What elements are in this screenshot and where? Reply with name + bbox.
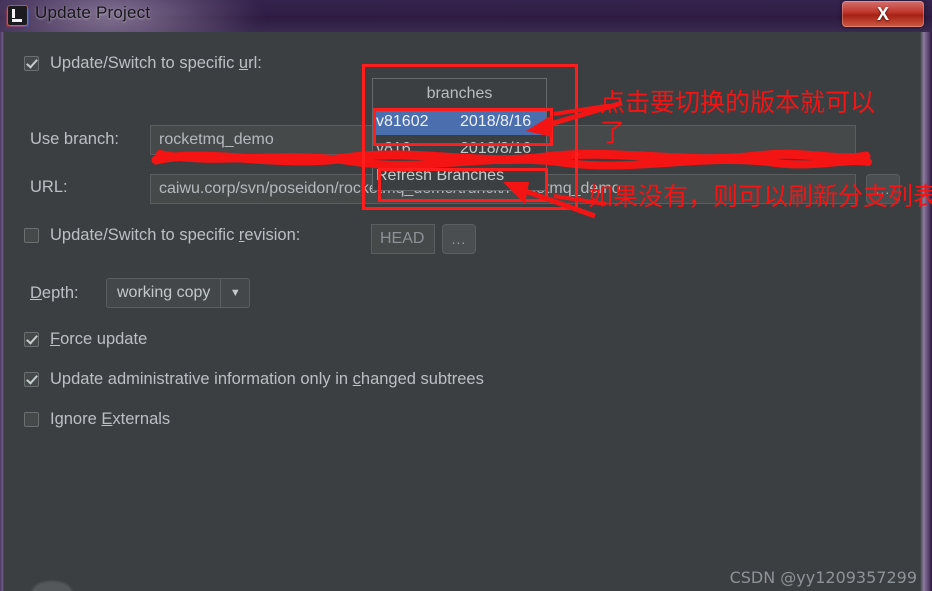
chevron-down-icon: ▼ [220, 279, 249, 307]
screenshot-root: Update Project X Update/Switch to specif… [0, 0, 932, 591]
switch-revision-checkbox[interactable] [24, 228, 39, 243]
intellij-idea-icon [8, 6, 27, 25]
window-frame-right [920, 32, 932, 591]
revision-browse-button[interactable]: ... [442, 224, 476, 254]
use-branch-label: Use branch: [30, 130, 119, 148]
force-update-checkbox[interactable] [24, 332, 39, 347]
update-admin-checkbox[interactable] [24, 372, 39, 387]
close-window-button[interactable]: X [842, 1, 924, 27]
depth-select[interactable]: working copy ▼ [106, 278, 251, 308]
close-icon: X [876, 3, 889, 24]
switch-url-checkbox-row[interactable]: Update/Switch to specific url: [24, 54, 262, 73]
ignore-externals-row[interactable]: Ignore Externals [24, 410, 170, 429]
branch-date: 2018/8/16 [460, 139, 532, 157]
update-admin-row[interactable]: Update administrative information only i… [24, 370, 484, 389]
branch-name: v816 [376, 139, 411, 157]
switch-revision-label: Update/Switch to specific revision: [50, 226, 301, 244]
switch-url-label: Update/Switch to specific url: [50, 54, 262, 72]
force-update-row[interactable]: Force update [24, 330, 147, 349]
depth-select-value: working copy [117, 284, 211, 301]
window-titlebar: Update Project X [0, 0, 932, 32]
url-browse-button[interactable]: ... [866, 174, 900, 204]
branch-item-v816[interactable]: v816 2018/8/16 [373, 135, 546, 162]
bottom-decoration [32, 581, 72, 591]
revision-input[interactable]: HEAD [371, 224, 435, 254]
depth-label: Depth: [30, 284, 79, 302]
refresh-branches-item[interactable]: Refresh Branches [373, 162, 546, 190]
branches-popup: branches v81602 2018/8/16 v816 2018/8/16… [372, 78, 547, 191]
branch-item-v81602[interactable]: v81602 2018/8/16 [373, 108, 546, 135]
ignore-externals-label: Ignore Externals [50, 410, 171, 428]
window-title: Update Project [35, 3, 151, 22]
force-update-label: Force update [50, 330, 148, 348]
update-admin-label: Update administrative information only i… [50, 370, 484, 388]
switch-revision-checkbox-row[interactable]: Update/Switch to specific revision: [24, 226, 300, 245]
ignore-externals-checkbox[interactable] [24, 412, 39, 427]
branch-name: v81602 [376, 112, 429, 130]
switch-url-checkbox[interactable] [24, 56, 39, 71]
url-label: URL: [30, 178, 68, 196]
branch-date: 2018/8/16 [460, 112, 532, 130]
branches-popup-header: branches [426, 84, 493, 102]
csdn-watermark: CSDN @yy1209357299 [729, 568, 917, 587]
